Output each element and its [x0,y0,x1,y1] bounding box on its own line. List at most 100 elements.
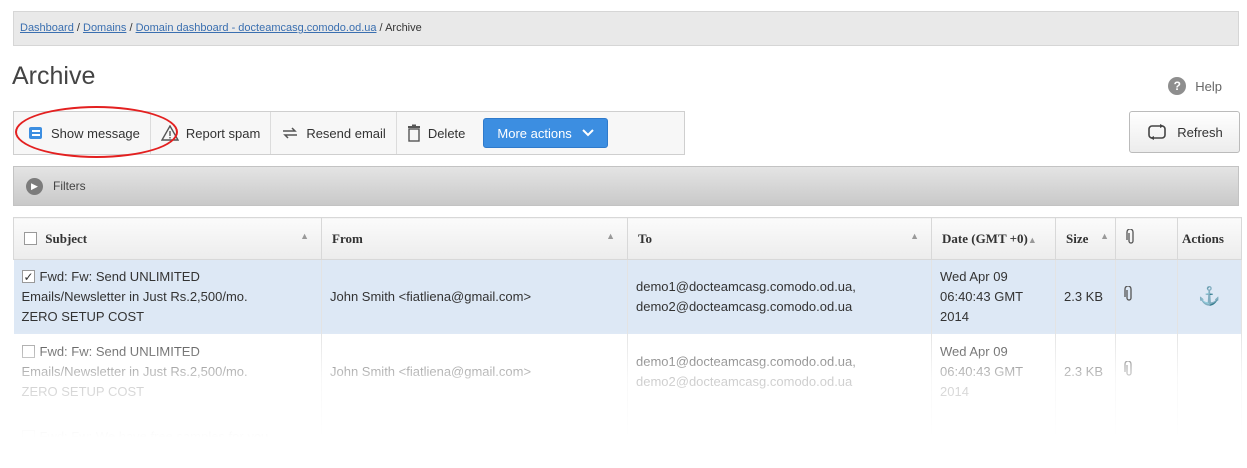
header-date-label: Date (GMT +0) [942,230,1028,246]
cell-size: 2.3 KB [1055,333,1116,410]
cell-to [627,409,932,465]
cell-date [931,409,1056,465]
more-actions-button[interactable]: More actions [483,118,608,148]
resend-icon [281,125,299,141]
resend-email-button[interactable]: Resend email [271,112,397,154]
filters-label: Filters [53,179,86,193]
help-icon: ? [1168,77,1187,95]
sort-arrow-icon: ▲ [1100,231,1109,241]
resend-email-label: Resend email [306,125,386,141]
subject-line: Fwd: Fw: Send UNLIMITED [39,343,200,359]
table-row[interactable]: Fwd: Fw: Send UNLIMITED Emails/Newslette… [13,259,1242,334]
row-checkbox[interactable] [21,344,35,358]
anchor-icon[interactable]: ⚓ [1198,286,1220,306]
breadcrumb-separator: / [376,22,386,34]
cell-subject: Fwd: Fw: We have free samples for you [13,409,322,465]
help-link[interactable]: ? Help [1168,77,1222,95]
refresh-button[interactable]: Refresh [1129,111,1240,153]
cell-from: John Smith <fiatliena@gmail.com> [321,259,628,334]
paperclip-icon [1126,227,1136,248]
sort-arrow-icon: ▲ [606,231,615,241]
subject-line: ZERO SETUP COST [21,308,145,324]
message-icon [28,125,44,141]
cell-size: 2.3 KB [1055,259,1116,334]
subject-line: Fwd: Fw: Send UNLIMITED [39,268,200,284]
size-value: 2.3 KB [1064,363,1104,379]
date-line: 06:40:43 GMT [940,288,1024,304]
cell-actions [1177,333,1242,410]
from-value: John Smith <fiatliena@gmail.com> [330,288,532,304]
sort-arrow-icon: ▲ [1027,234,1037,245]
date-line: Wed Apr 09 [940,343,1008,359]
cell-actions [1177,409,1242,465]
column-header-from[interactable]: From ▲ [321,217,628,260]
cell-from [321,409,628,465]
subject-line: Fwd: Fw: We have free samples for you [39,429,269,444]
select-all-checkbox[interactable] [24,231,37,245]
column-header-date[interactable]: Date (GMT +0)▲ [931,217,1056,260]
show-message-button[interactable]: Show message [14,112,151,154]
date-line: 2014 [940,383,969,399]
to-line: demo2@docteamcasg.comodo.od.ua [636,298,853,314]
show-message-label: Show message [51,125,140,141]
delete-label: Delete [427,125,466,141]
cell-actions: ⚓ [1177,259,1242,334]
cell-attachment [1115,259,1178,334]
subject-line: Emails/Newsletter in Just Rs.2,500/mo. [21,288,248,304]
cell-date: Wed Apr 09 06:40:43 GMT 2014 [931,259,1056,334]
page-title: Archive [12,62,96,90]
paperclip-icon [1124,285,1134,305]
size-value: 2.3 KB [1064,288,1104,304]
date-line: Wed Apr 09 [940,268,1008,284]
sort-arrow-icon: ▲ [910,231,919,241]
date-line: 06:40:43 GMT [940,363,1024,379]
filter-toggle-icon: ▶ [26,177,43,195]
cell-to: demo1@docteamcasg.comodo.od.ua, demo2@do… [627,333,932,410]
filters-panel-toggle[interactable]: ▶ Filters [13,166,1239,206]
subject-line: Emails/Newsletter in Just Rs.2,500/mo. [21,363,248,379]
cell-subject: Fwd: Fw: Send UNLIMITED Emails/Newslette… [13,333,322,410]
cell-attachment [1115,409,1178,465]
chevron-down-icon [582,126,594,140]
cell-from: John Smith <fiatliena@gmail.com> [321,333,628,410]
archive-table: Subject ▲ From ▲ To ▲ Date (GMT +0)▲ Siz… [13,217,1242,465]
column-header-attachment [1115,217,1178,260]
cell-attachment [1115,333,1178,410]
header-from-label: From [332,230,363,246]
report-spam-label: Report spam [185,125,261,141]
header-to-label: To [638,230,652,246]
column-header-subject[interactable]: Subject ▲ [13,217,322,260]
breadcrumb-separator: / [73,22,83,34]
breadcrumb-link-domains[interactable]: Domains [83,22,126,34]
breadcrumb-link-dashboard[interactable]: Dashboard [20,22,74,34]
table-row[interactable]: Fwd: Fw: We have free samples for you [13,409,1242,465]
cell-size [1055,409,1116,465]
report-spam-button[interactable]: Report spam [151,112,272,154]
row-checkbox[interactable] [21,267,35,287]
breadcrumb: Dashboard / Domains / Domain dashboard -… [13,11,1239,46]
to-line: demo2@docteamcasg.comodo.od.ua [636,373,853,389]
row-checkbox[interactable] [21,430,35,443]
refresh-icon [1146,123,1168,141]
cell-to: demo1@docteamcasg.comodo.od.ua, demo2@do… [627,259,932,334]
to-line: demo1@docteamcasg.comodo.od.ua, [636,278,856,294]
help-label: Help [1195,78,1222,94]
header-actions-label: Actions [1182,230,1224,246]
from-value: John Smith <fiatliena@gmail.com> [330,363,532,379]
table-row[interactable]: Fwd: Fw: Send UNLIMITED Emails/Newslette… [13,333,1242,410]
column-header-to[interactable]: To ▲ [627,217,932,260]
breadcrumb-separator: / [126,22,136,34]
column-header-size[interactable]: Size ▲ [1055,217,1116,260]
warning-icon [160,125,179,141]
trash-icon [407,124,421,142]
column-header-actions: Actions [1177,217,1242,260]
header-size-label: Size [1066,230,1089,246]
header-subject-label: Subject [45,230,88,246]
more-actions-label: More actions [497,125,572,141]
toolbar: Show message Report spam Resend email De… [13,111,685,155]
delete-button[interactable]: Delete [397,112,476,154]
cell-subject: Fwd: Fw: Send UNLIMITED Emails/Newslette… [13,259,322,334]
date-line: 2014 [940,308,969,324]
breadcrumb-current: Archive [385,22,422,34]
breadcrumb-link-domain-dashboard[interactable]: Domain dashboard - docteamcasg.comodo.od… [136,22,377,34]
